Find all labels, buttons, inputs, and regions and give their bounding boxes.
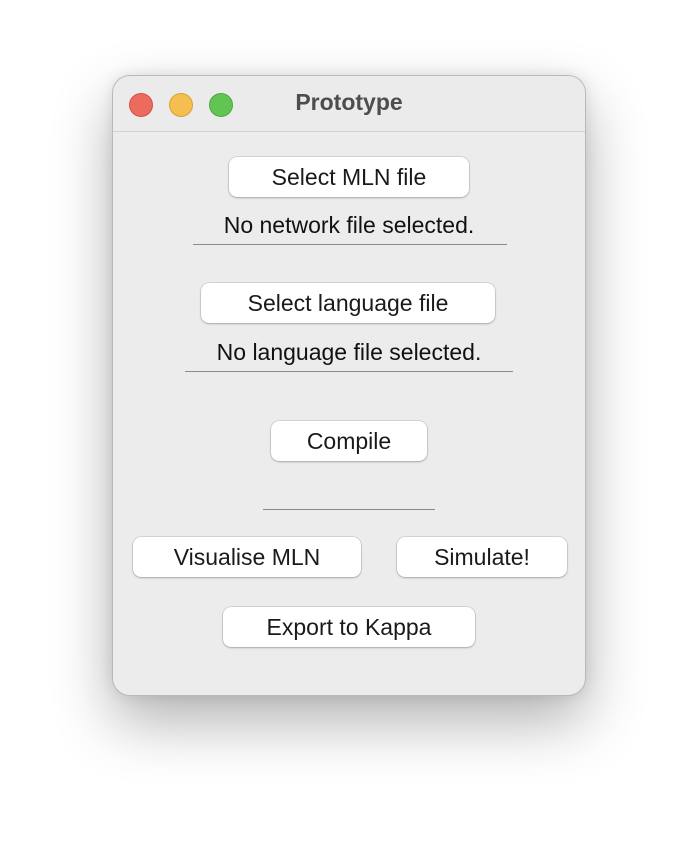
- simulate-button[interactable]: Simulate!: [397, 537, 567, 577]
- compile-button[interactable]: Compile: [271, 421, 427, 461]
- export-to-kappa-button[interactable]: Export to Kappa: [223, 607, 475, 647]
- select-mln-file-button[interactable]: Select MLN file: [229, 157, 469, 197]
- window-title: Prototype: [295, 89, 403, 115]
- compile-status-underline: [263, 509, 435, 510]
- title-bar[interactable]: Prototype: [113, 76, 585, 132]
- network-status-underline: [193, 244, 507, 245]
- language-status-underline: [185, 371, 513, 372]
- app-window: Prototype Select MLN file No network fil…: [112, 75, 586, 696]
- select-language-file-button[interactable]: Select language file: [201, 283, 495, 323]
- visualise-mln-button[interactable]: Visualise MLN: [133, 537, 361, 577]
- language-file-status: No language file selected.: [216, 339, 482, 365]
- network-file-status: No network file selected.: [223, 212, 475, 238]
